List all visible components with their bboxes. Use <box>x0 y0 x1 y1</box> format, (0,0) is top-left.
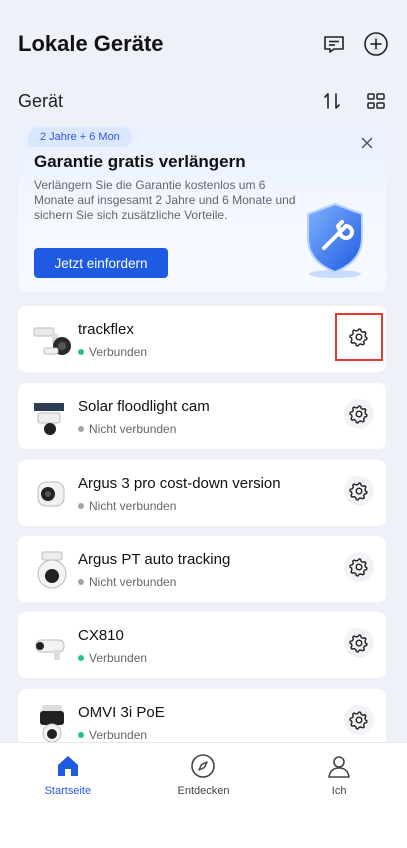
device-card[interactable]: Argus PT auto tracking Nicht verbunden <box>18 536 386 602</box>
device-name: OMVI 3i PoE <box>78 704 165 721</box>
messages-button[interactable] <box>321 31 347 57</box>
warranty-promo-banner: 2 Jahre + 6 Mon Garantie gratis verlänge… <box>18 126 386 292</box>
nav-item-me[interactable]: Ich <box>289 753 389 848</box>
floodlight-camera-icon <box>33 327 71 355</box>
section-title: Gerät <box>18 90 64 111</box>
gear-icon <box>349 328 368 347</box>
promo-description: Verlängern Sie die Garantie kostenlos um… <box>34 178 296 222</box>
device-settings-button[interactable] <box>344 399 374 429</box>
device-name: trackflex <box>78 321 134 338</box>
status-dot <box>78 655 84 661</box>
device-status: Verbunden <box>78 728 147 742</box>
device-settings-button[interactable] <box>335 313 383 361</box>
header: Lokale Geräte <box>18 28 389 60</box>
device-card[interactable]: trackflex Verbunden <box>18 306 386 372</box>
nav-item-home[interactable]: Startseite <box>18 753 118 848</box>
plus-circle-icon <box>364 32 388 56</box>
status-text: Nicht verbunden <box>89 499 177 513</box>
home-icon <box>57 756 78 776</box>
status-text: Nicht verbunden <box>89 422 177 436</box>
battery-camera-icon <box>37 481 65 507</box>
section-header: Gerät <box>18 88 389 114</box>
ptz-camera-icon <box>37 551 67 589</box>
gear-icon <box>349 711 368 730</box>
promo-close-button[interactable] <box>358 134 376 152</box>
device-name: Argus 3 pro cost-down version <box>78 475 281 492</box>
device-status: Nicht verbunden <box>78 575 176 589</box>
nav-label: Entdecken <box>177 785 230 797</box>
grid-view-icon <box>367 93 385 109</box>
bullet-camera-icon <box>35 639 65 660</box>
device-card[interactable]: Argus 3 pro cost-down version Nicht verb… <box>18 460 386 526</box>
nav-item-discover[interactable]: Entdecken <box>153 753 253 848</box>
bottom-navigation: Startseite Entdecken Ich <box>0 742 407 848</box>
device-status: Verbunden <box>78 345 147 359</box>
page-title: Lokale Geräte <box>18 31 164 56</box>
status-text: Verbunden <box>89 345 148 359</box>
status-text: Verbunden <box>89 651 148 665</box>
device-card[interactable]: CX810 Verbunden <box>18 612 386 678</box>
device-name: Solar floodlight cam <box>78 398 210 415</box>
gear-icon <box>349 634 368 653</box>
promo-badge: 2 Jahre + 6 Mon <box>28 127 132 147</box>
grid-view-button[interactable] <box>363 88 389 114</box>
device-settings-button[interactable] <box>344 476 374 506</box>
dual-lens-camera-icon <box>40 705 64 743</box>
device-status: Verbunden <box>78 651 147 665</box>
app-screen: Lokale Geräte Gerät 2 Jahre + 6 Mon Gara… <box>0 0 407 848</box>
compass-icon <box>191 754 216 778</box>
device-name: Argus PT auto tracking <box>78 551 231 568</box>
device-name: CX810 <box>78 627 124 644</box>
device-settings-button[interactable] <box>344 705 374 735</box>
header-actions <box>321 31 389 57</box>
gear-icon <box>349 482 368 501</box>
status-dot <box>78 349 84 355</box>
sort-button[interactable] <box>319 88 345 114</box>
solar-floodlight-camera-icon <box>34 403 64 435</box>
claim-button[interactable]: Jetzt einfordern <box>34 248 168 278</box>
add-device-button[interactable] <box>363 31 389 57</box>
status-text: Nicht verbunden <box>89 575 177 589</box>
promo-title: Garantie gratis verlängern <box>34 152 246 171</box>
device-settings-button[interactable] <box>344 552 374 582</box>
status-dot <box>78 579 84 585</box>
nav-label: Startseite <box>44 785 92 797</box>
gear-icon <box>349 405 368 424</box>
device-settings-button[interactable] <box>344 628 374 658</box>
user-icon <box>328 756 350 778</box>
device-card[interactable]: Solar floodlight cam Nicht verbunden <box>18 383 386 449</box>
shield-wrench-icon <box>307 202 363 278</box>
device-status: Nicht verbunden <box>78 422 176 436</box>
message-icon <box>324 36 344 53</box>
device-status: Nicht verbunden <box>78 499 176 513</box>
status-dot <box>78 503 84 509</box>
section-actions <box>319 88 389 114</box>
status-dot <box>78 426 84 432</box>
close-icon <box>361 137 373 149</box>
nav-label: Ich <box>331 785 347 797</box>
sort-icon <box>324 93 340 109</box>
status-dot <box>78 732 84 738</box>
status-text: Verbunden <box>89 728 148 742</box>
gear-icon <box>349 558 368 577</box>
